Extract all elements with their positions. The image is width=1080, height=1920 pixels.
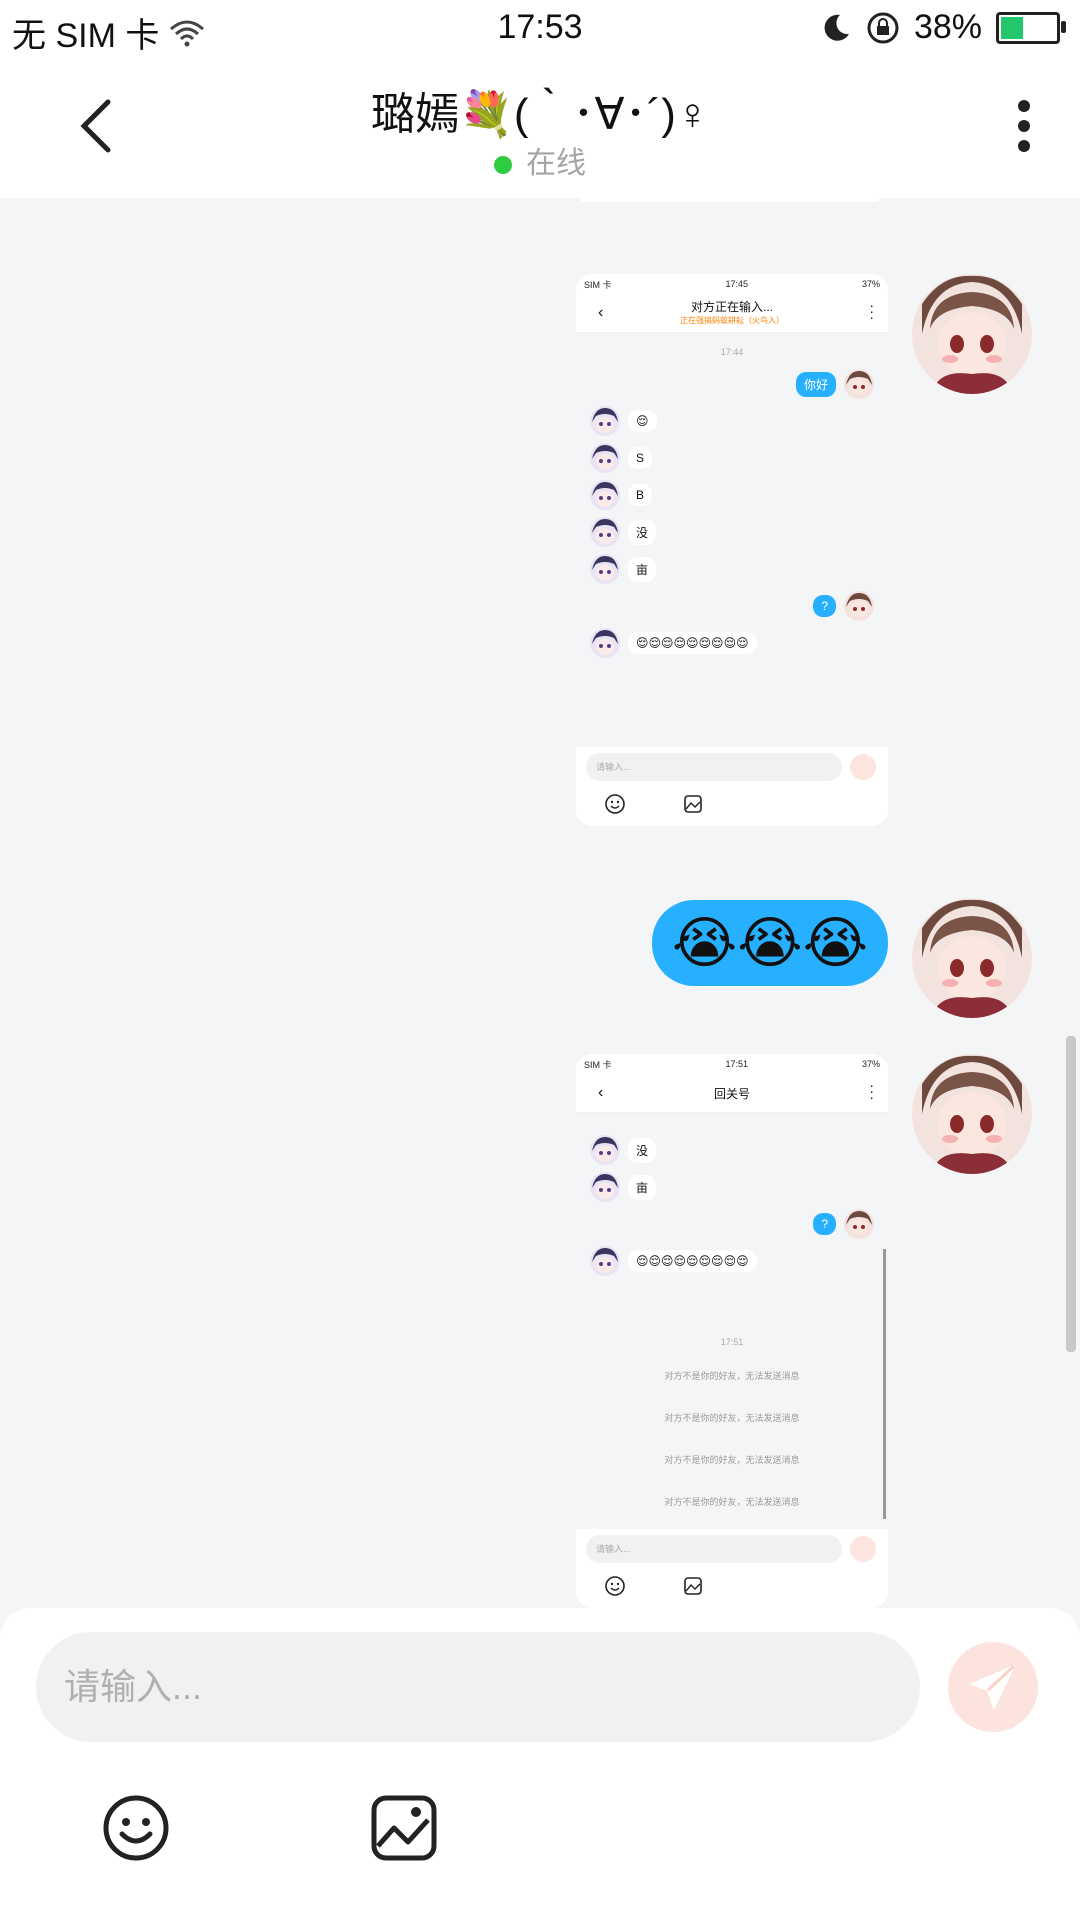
mini-message-row: 亩 [590,1172,657,1202]
previous-message-edge [580,198,880,202]
avatar[interactable] [912,274,1032,394]
mini-input: 请输入... [586,1535,842,1563]
mini-avatar [590,554,620,584]
mini-message-row: S [590,443,653,473]
mini-avatar [844,369,874,399]
system-message: 对方不是你的好友，无法发送消息 [664,1455,800,1465]
emoji-message-bubble[interactable]: 😭😭😭 [652,900,888,986]
mini-avatar [590,480,620,510]
mini-time: 17:44 [720,347,744,357]
mini-avatar [844,1209,874,1239]
emoji-icon[interactable] [100,1792,172,1864]
mini-message-bubble: 😌😌😌😌😌😌😌😌😌 [628,1250,757,1272]
mini-avatar [590,1246,620,1276]
online-status: 在线 [0,138,1080,182]
mini-status-bar: SIM 卡 17:51 37% [576,1054,888,1074]
mini-avatar [590,443,620,473]
mini-message-row: 亩 [590,554,657,584]
mini-scrollbar [883,1249,886,1519]
send-icon [971,1664,1016,1709]
online-dot-icon [494,156,512,175]
input-panel [0,1608,1080,1920]
mini-avatar [590,1135,620,1165]
mini-more-icon: · · · [869,1077,874,1105]
mini-status-right: 37% [861,1059,880,1069]
mini-send-icon [850,754,876,780]
avatar[interactable] [912,898,1032,1018]
battery-text: 38% [913,8,982,46]
rotation-lock-icon [867,12,899,43]
mini-message-bubble: S [628,447,653,469]
mini-avatar [590,1172,620,1202]
contact-name: 璐嫣💐(｀･∀･´)♀ [371,90,709,139]
mini-message-bubble: 😌😌😌😌😌😌😌😌😌 [628,632,757,654]
avatar[interactable] [912,1054,1032,1174]
mini-message-row: 没 [590,517,657,547]
image-message-2[interactable]: SIM 卡 17:51 37% ‹ 回关号 · · · 没亩? 😌😌😌😌😌😌😌😌😌 1… [576,1054,888,1608]
chat-header: 璐嫣💐(｀･∀･´)♀ 在线 [0,60,1080,198]
chat-area[interactable]: SIM 卡 17:45 37% ‹ 对方正在输入... 正在强搞蚂蚁耕耘（火鸟入… [0,198,1080,1608]
mini-header: ‹ 对方正在输入... 正在强搞蚂蚁耕耘（火鸟入） · · · [576,294,888,333]
mini-message-row: 😌 [590,406,657,436]
system-message: 对方不是你的好友，无法发送消息 [664,1497,800,1507]
mini-message-bubble: ? [813,1213,836,1235]
mini-status-right: 37% [861,279,880,289]
mini-message-row: 没 [590,1135,657,1165]
mini-emoji-icon [605,1576,625,1596]
mini-more-icon: · · · [869,297,874,325]
mini-emoji-icon [605,794,625,814]
mini-message-bubble: 亩 [628,556,657,582]
system-message: 对方不是你的好友，无法发送消息 [664,1371,800,1381]
mini-status-bar: SIM 卡 17:45 37% [576,274,888,294]
mini-message-row: B [590,480,653,510]
mini-message-row: 😌😌😌😌😌😌😌😌😌 [590,628,757,658]
mini-message-row: 😌😌😌😌😌😌😌😌😌 [590,1246,757,1276]
mini-message-bubble: ? [813,595,836,617]
mini-send-icon [850,1536,876,1562]
mini-message-bubble: 亩 [628,1174,657,1200]
image-message-1[interactable]: SIM 卡 17:45 37% ‹ 对方正在输入... 正在强搞蚂蚁耕耘（火鸟入… [576,274,888,826]
status-bar: 无 SIM 卡 17:53 38% [0,0,1080,60]
mini-status-time: 17:45 [725,279,749,289]
mini-time: 17:51 [720,1337,744,1347]
mini-message-row: ? [813,1209,874,1239]
mini-input-area: 请输入... [576,747,888,826]
mini-subtitle: 正在强搞蚂蚁耕耘（火鸟入） [680,316,784,325]
online-status-text: 在线 [526,147,586,180]
mini-header: ‹ 回关号 · · · [576,1074,888,1113]
message-input[interactable] [36,1632,920,1742]
mini-avatar [590,406,620,436]
mini-input-area: 请输入... [576,1529,888,1608]
mini-message-bubble: 没 [628,1137,657,1163]
mini-avatar [844,591,874,621]
mini-message-bubble: 😌 [628,410,657,432]
chat-scrollbar[interactable] [1066,1036,1076,1352]
status-right: 38% [820,8,1066,47]
mini-body: 17:44 你好 😌 S B 没亩? 😌😌😌😌😌😌😌😌😌 [576,333,888,747]
mini-status-time: 17:51 [725,1059,749,1069]
mini-title: 对方正在输入... [690,300,773,314]
mini-avatar [590,517,620,547]
mini-status-left: SIM 卡 [584,1059,612,1070]
mini-image-icon [684,795,702,813]
mini-image-icon [684,1577,702,1595]
mini-message-row: 你好 [795,369,874,399]
battery-icon [996,11,1066,44]
mini-input: 请输入... [586,753,842,781]
mini-message-row: ? [813,591,874,621]
mini-avatar [590,628,620,658]
mini-body: 没亩? 😌😌😌😌😌😌😌😌😌 17:51 对方不是你的好友，无法发送消息 对方不是你… [576,1113,888,1529]
mini-message-bubble: 没 [628,519,657,545]
send-button[interactable] [948,1642,1038,1732]
moon-icon [824,14,849,41]
mini-message-bubble: 你好 [795,371,836,397]
mini-title: 回关号 [713,1087,750,1101]
more-options-icon[interactable] [1004,96,1044,156]
mini-status-left: SIM 卡 [584,279,612,290]
image-icon[interactable] [368,1792,440,1864]
system-message: 对方不是你的好友，无法发送消息 [664,1413,800,1423]
mini-message-bubble: B [628,484,653,506]
